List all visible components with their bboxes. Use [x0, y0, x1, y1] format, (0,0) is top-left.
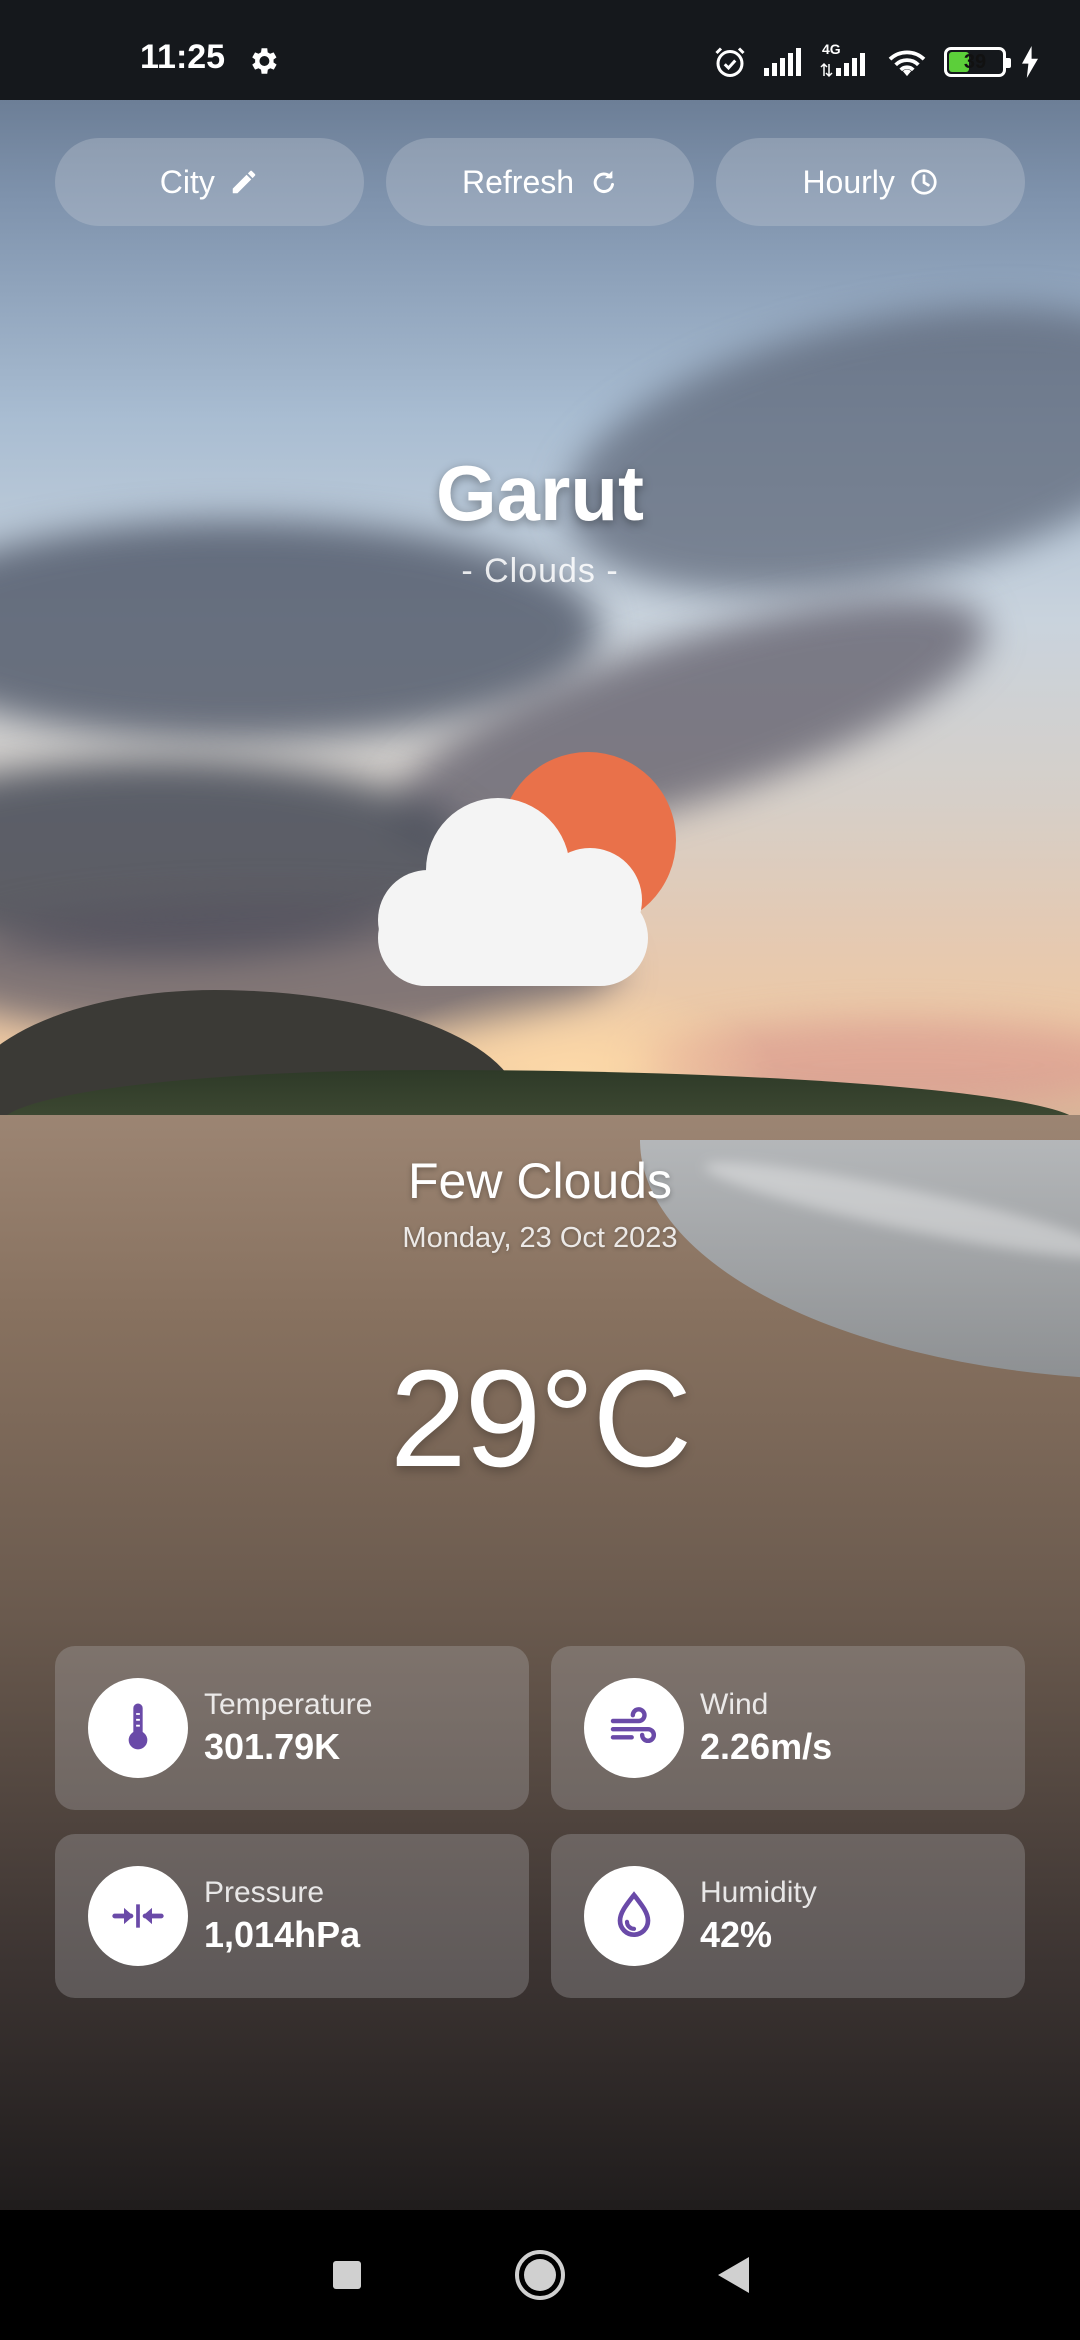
weather-description: Few Clouds: [408, 1153, 672, 1209]
refresh-icon: [593, 170, 615, 194]
stat-value: 1,014hPa: [204, 1914, 361, 1955]
droplet-icon: [584, 1866, 684, 1966]
weather-date: Monday, 23 Oct 2023: [402, 1222, 678, 1254]
pencil-icon: [232, 170, 256, 194]
partly-cloudy-icon: [378, 752, 676, 986]
city-name: Garut: [435, 449, 645, 537]
signal-icon: [762, 44, 806, 80]
stat-label: Humidity: [700, 1876, 817, 1909]
home-button[interactable]: [510, 2245, 570, 2305]
weather-condition: - Clouds -: [461, 552, 619, 590]
pressure-icon: [88, 1866, 188, 1966]
stat-value: 42%: [700, 1914, 773, 1955]
thermometer-icon: [88, 1678, 188, 1778]
stat-label: Temperature: [204, 1688, 373, 1721]
battery-icon: 39: [944, 44, 1011, 80]
wifi-icon: [884, 44, 930, 80]
alarm-icon: [712, 44, 748, 80]
stat-value: 301.79K: [204, 1726, 341, 1767]
gear-icon: [252, 48, 277, 74]
refresh-button[interactable]: Refresh: [385, 138, 695, 226]
stat-label: Pressure: [204, 1876, 325, 1909]
temperature-display: 29°C: [389, 1342, 692, 1496]
city-button[interactable]: City: [55, 138, 364, 226]
wind-card: Wind 2.26m/s: [551, 1646, 1025, 1810]
circle-icon: [514, 2250, 565, 2300]
stat-label: Wind: [700, 1688, 769, 1721]
status-time: 11:25: [140, 38, 226, 76]
pressure-card: Pressure 1,014hPa: [55, 1834, 529, 1998]
wind-icon: [584, 1678, 684, 1778]
hourly-button-label: Hourly: [802, 163, 895, 200]
top-actions: City Refresh Hourly: [55, 138, 1026, 226]
temperature-card: Temperature 301.79K: [55, 1646, 529, 1810]
stats-grid: Temperature 301.79K Wind 2.26m/s Pressur…: [55, 1646, 1025, 1998]
square-icon: [332, 2261, 361, 2289]
refresh-button-label: Refresh: [461, 163, 575, 200]
city-button-label: City: [159, 163, 215, 200]
humidity-card: Humidity 42%: [551, 1834, 1025, 1998]
signal-4g-icon: 4G: [820, 42, 870, 80]
system-nav-bar: [0, 2210, 1080, 2340]
status-bar: 11:25 4G 39: [0, 0, 1080, 100]
stat-value: 2.26m/s: [700, 1726, 833, 1767]
clock-icon: [911, 169, 937, 195]
recents-button[interactable]: [317, 2245, 377, 2305]
triangle-back-icon: [718, 2257, 750, 2293]
charging-icon: [1020, 44, 1040, 80]
back-button[interactable]: [703, 2245, 763, 2305]
hourly-button[interactable]: Hourly: [716, 138, 1026, 226]
